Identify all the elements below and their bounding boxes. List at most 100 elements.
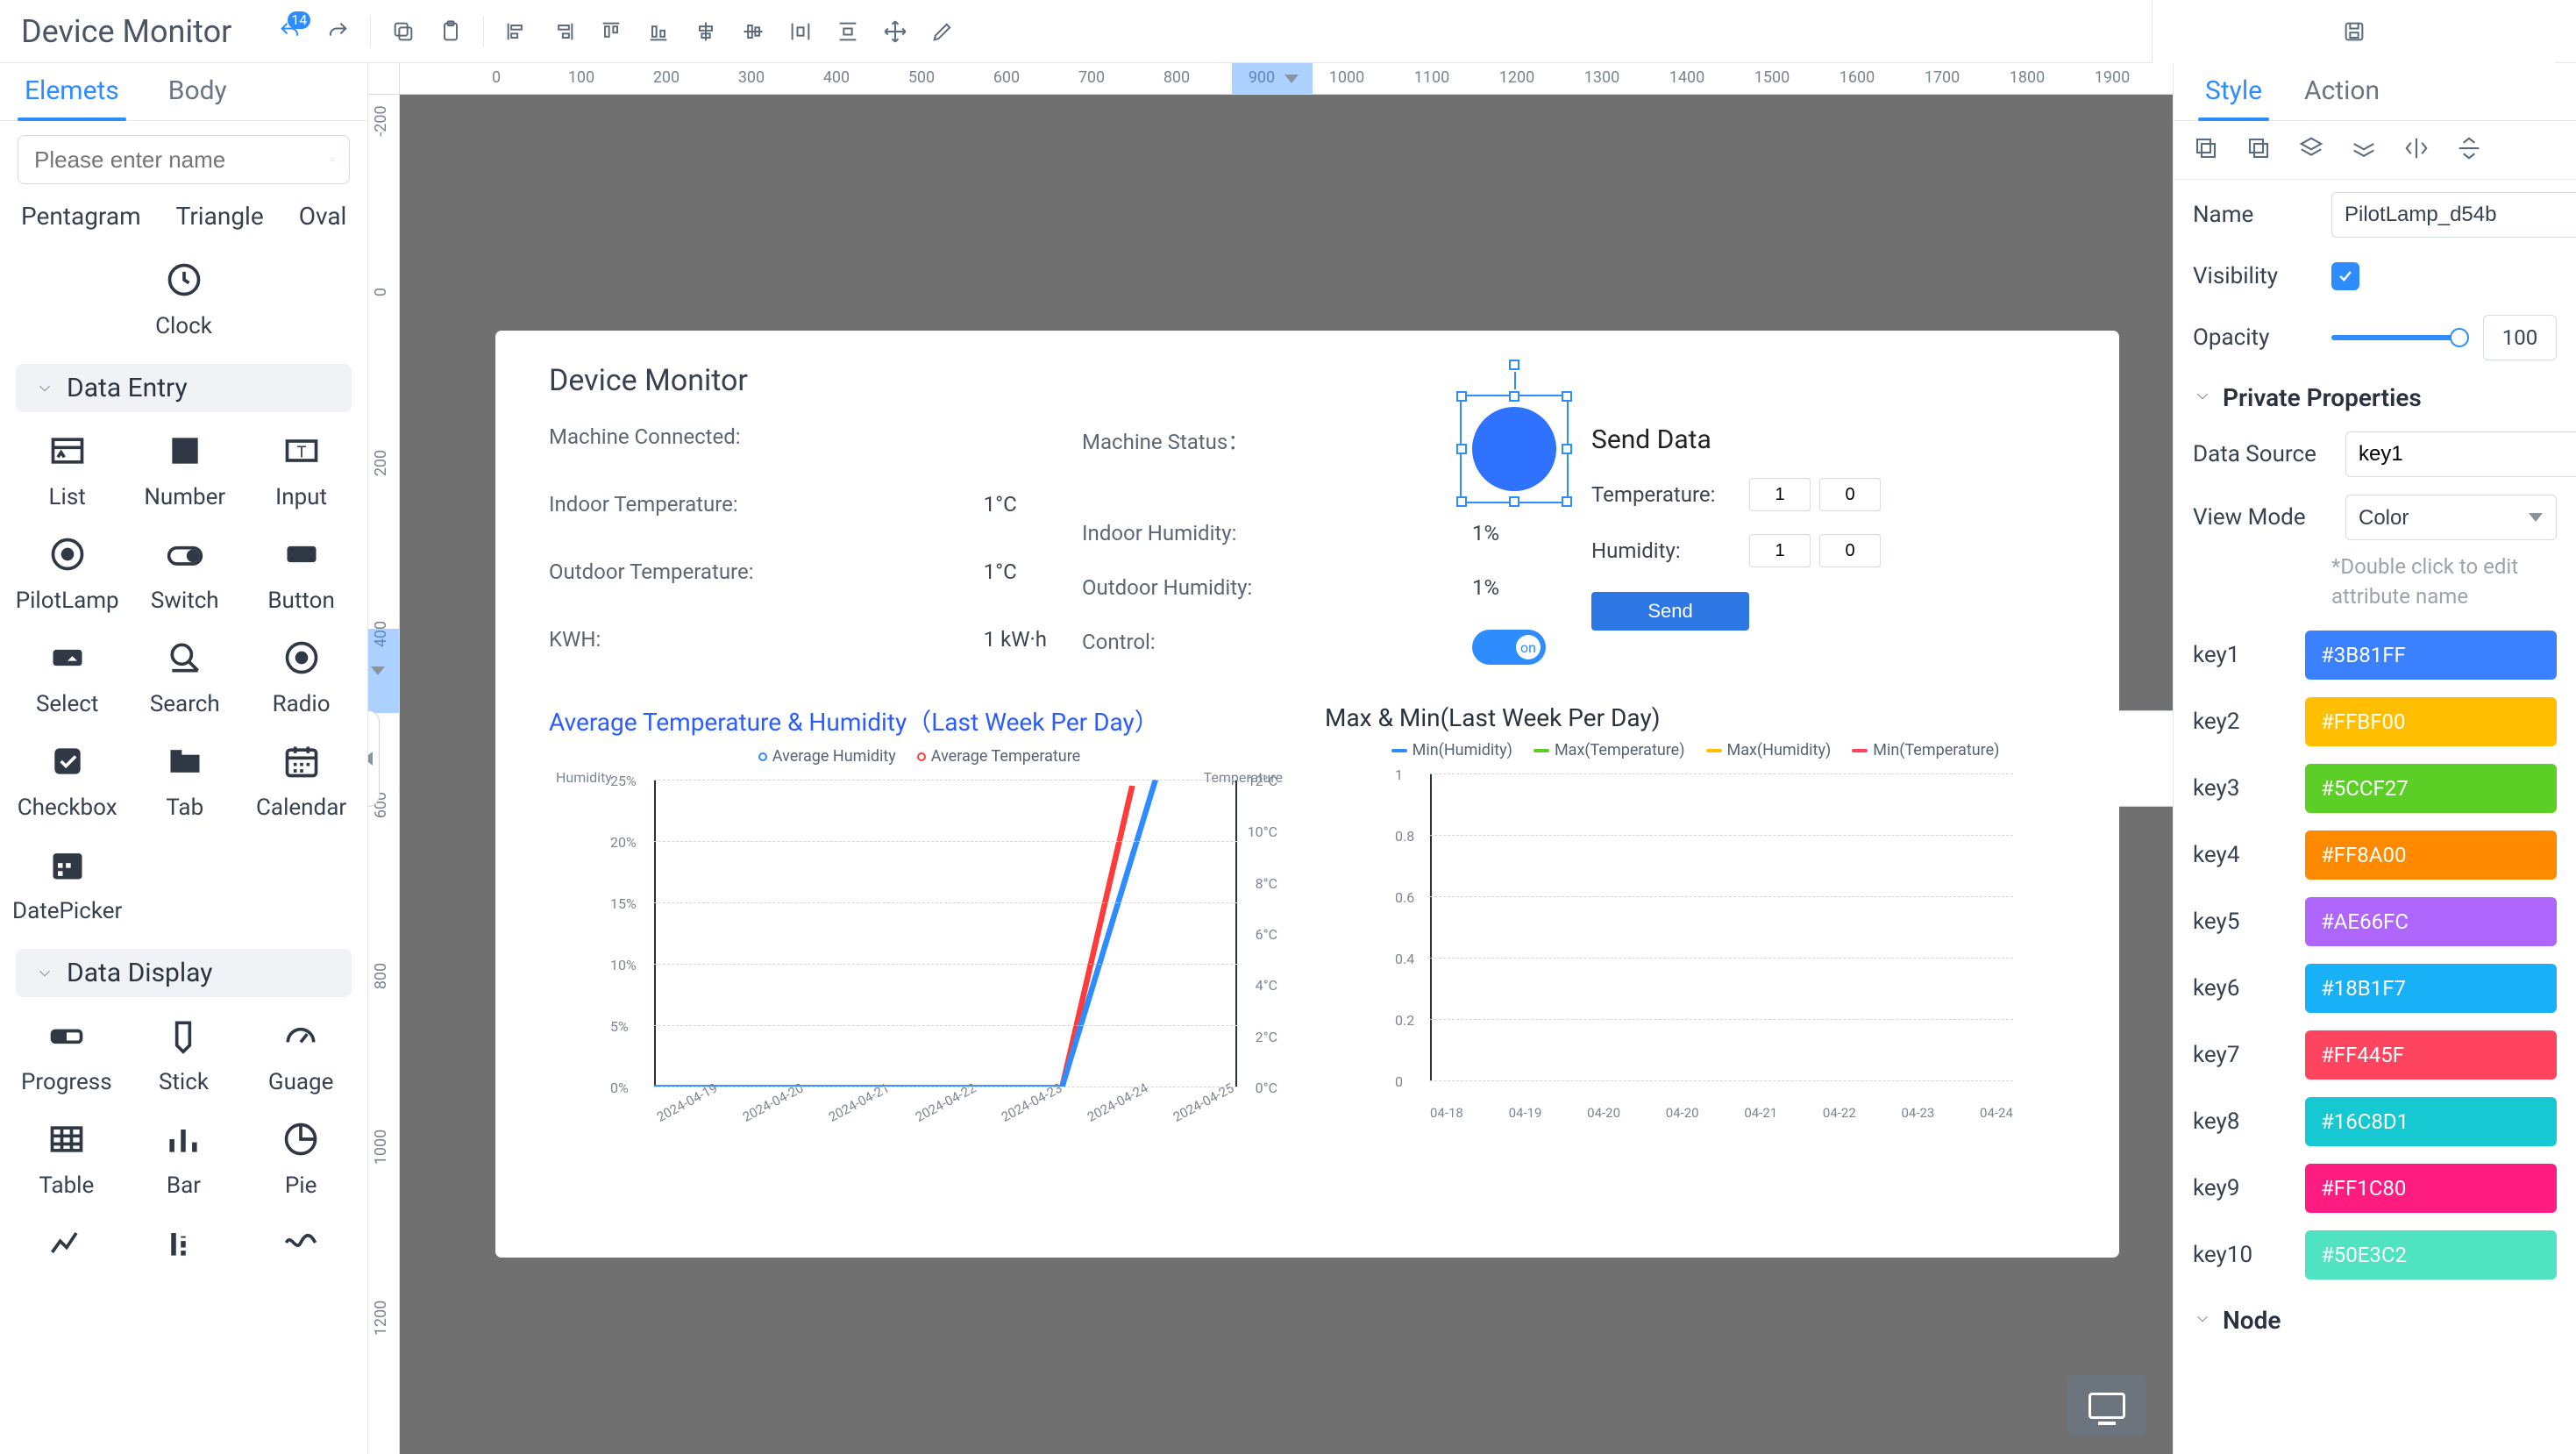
key-row[interactable]: key7#FF445F <box>2174 1022 2576 1088</box>
item-search[interactable]: Search <box>131 633 238 717</box>
paste-button[interactable] <box>436 17 466 46</box>
tab-body[interactable]: Body <box>144 63 252 120</box>
align-right-button[interactable] <box>549 17 579 46</box>
item-list[interactable]: List <box>12 426 122 510</box>
opacity-value[interactable]: 100 <box>2483 315 2557 360</box>
key-row[interactable]: key5#AE66FC <box>2174 888 2576 955</box>
align-vcenter-button[interactable] <box>738 17 768 46</box>
flip-h-icon[interactable] <box>2403 135 2433 165</box>
search-input[interactable] <box>32 146 330 175</box>
shape-pentagram[interactable]: Pentagram <box>21 202 141 231</box>
distribute-v-button[interactable] <box>833 17 863 46</box>
key-row[interactable]: key1#3B81FF <box>2174 622 2576 688</box>
panel-collapse-left[interactable] <box>368 710 380 807</box>
hum-input-1[interactable] <box>1749 534 1811 567</box>
copy-button[interactable] <box>388 17 418 46</box>
item-button[interactable]: BtnButton <box>247 530 355 614</box>
edit-button[interactable] <box>928 17 957 46</box>
item-table[interactable]: Table <box>12 1115 121 1199</box>
search-input-wrap[interactable] <box>18 135 350 184</box>
opacity-slider[interactable] <box>2331 335 2467 340</box>
cat-data-display[interactable]: Data Display <box>16 949 352 997</box>
item-checkbox[interactable]: Checkbox <box>12 737 122 821</box>
key-row[interactable]: key4#FF8A00 <box>2174 822 2576 888</box>
color-chip[interactable]: #50E3C2 <box>2305 1230 2557 1279</box>
item-stick[interactable]: Stick <box>130 1011 238 1095</box>
layer-down-icon[interactable] <box>2351 135 2380 165</box>
section-private[interactable]: Private Properties <box>2174 373 2576 423</box>
design-page[interactable]: Device Monitor Machine Connected: Indoor… <box>496 331 2118 1257</box>
color-chip[interactable]: #5CCF27 <box>2305 764 2557 813</box>
key-row[interactable]: key3#5CCF27 <box>2174 755 2576 822</box>
color-chip[interactable]: #FFBF00 <box>2305 697 2557 746</box>
item-pilotlamp[interactable]: PilotLamp <box>12 530 122 614</box>
color-chip[interactable]: #FF1C80 <box>2305 1164 2557 1213</box>
color-chip[interactable]: #16C8D1 <box>2305 1097 2557 1146</box>
item-select[interactable]: Select <box>12 633 122 717</box>
color-chip[interactable]: #3B81FF <box>2305 631 2557 680</box>
item-progress[interactable]: Progress <box>12 1011 121 1095</box>
temp-input-2[interactable] <box>1819 478 1881 511</box>
bring-front-icon[interactable] <box>2193 135 2223 165</box>
item-tab[interactable]: Tab <box>131 737 238 821</box>
key-row[interactable]: key10#50E3C2 <box>2174 1222 2576 1288</box>
section-node[interactable]: Node <box>2174 1295 2576 1345</box>
item-calendar[interactable]: Calendar <box>247 737 355 821</box>
key-row[interactable]: key2#FFBF00 <box>2174 688 2576 755</box>
temp-input-1[interactable] <box>1749 478 1811 511</box>
view-mode-select-wrap[interactable]: Color <box>2345 495 2557 540</box>
view-mode-select[interactable]: Color <box>2345 495 2557 540</box>
item-bar[interactable]: Bar <box>130 1115 238 1199</box>
item-extra-3[interactable] <box>246 1218 355 1267</box>
align-bottom-button[interactable] <box>644 17 673 46</box>
hum-input-2[interactable] <box>1819 534 1881 567</box>
redo-button[interactable] <box>323 17 352 46</box>
layer-up-icon[interactable] <box>2298 135 2328 165</box>
send-back-icon[interactable] <box>2245 135 2275 165</box>
item-switch[interactable]: Switch <box>131 530 238 614</box>
prop-opacity-label: Opacity <box>2193 324 2316 351</box>
pilot-lamp-selected[interactable] <box>1472 407 1556 491</box>
align-left-button[interactable] <box>502 17 531 46</box>
item-clock[interactable]: Clock <box>12 255 355 339</box>
cat-data-entry[interactable]: Data Entry <box>16 364 352 412</box>
distribute-h-button[interactable] <box>786 17 815 46</box>
tab-elements[interactable]: Elemets <box>0 63 144 120</box>
shape-oval[interactable]: Oval <box>299 202 347 231</box>
monitor-icon <box>2089 1393 2125 1419</box>
visibility-checkbox[interactable] <box>2331 262 2359 290</box>
color-chip[interactable]: #FF8A00 <box>2305 830 2557 880</box>
flip-v-icon[interactable] <box>2456 135 2486 165</box>
move-button[interactable] <box>880 17 910 46</box>
item-number[interactable]: 5Number <box>131 426 238 510</box>
undo-button[interactable]: 14 <box>275 17 305 46</box>
item-gauge[interactable]: Guage <box>246 1011 355 1095</box>
control-switch[interactable] <box>1472 630 1546 665</box>
item-pie[interactable]: Pie <box>246 1115 355 1199</box>
color-chip[interactable]: #FF445F <box>2305 1030 2557 1080</box>
tab-action[interactable]: Action <box>2283 63 2401 120</box>
shape-triangle[interactable]: Triangle <box>176 202 264 231</box>
item-radio[interactable]: Radio <box>247 633 355 717</box>
ruler-horizontal: 0100200300400500600700800900100011001200… <box>400 63 2173 95</box>
svg-text:Btn: Btn <box>292 547 311 563</box>
item-datepicker[interactable]: DatePicker <box>12 840 122 924</box>
align-hcenter-button[interactable] <box>691 17 721 46</box>
save-button[interactable] <box>2339 17 2369 46</box>
item-extra-2[interactable] <box>130 1218 238 1267</box>
send-button[interactable]: Send <box>1591 592 1749 631</box>
key-row[interactable]: key9#FF1C80 <box>2174 1155 2576 1222</box>
kv-mid: Machine Status： Indoor Humidi <box>1082 424 1556 665</box>
align-top-button[interactable] <box>596 17 626 46</box>
device-preview-button[interactable] <box>2067 1375 2146 1436</box>
color-chip[interactable]: #18B1F7 <box>2305 964 2557 1013</box>
canvas[interactable]: 0100200300400500600700800900100011001200… <box>368 63 2173 1454</box>
tab-style[interactable]: Style <box>2184 63 2283 120</box>
prop-name-input[interactable] <box>2331 192 2576 238</box>
item-input[interactable]: TInput <box>247 426 355 510</box>
key-row[interactable]: key6#18B1F7 <box>2174 955 2576 1022</box>
key-row[interactable]: key8#16C8D1 <box>2174 1088 2576 1155</box>
color-chip[interactable]: #AE66FC <box>2305 897 2557 946</box>
item-extra-1[interactable] <box>12 1218 121 1267</box>
ds-input[interactable] <box>2345 431 2576 477</box>
